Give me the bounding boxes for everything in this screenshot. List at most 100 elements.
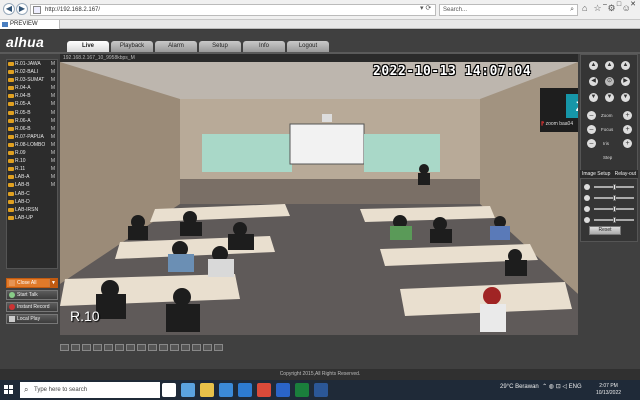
url-input[interactable]: http://192.168.2.167/	[30, 4, 436, 16]
camera-list-item[interactable]: LAB-D	[7, 198, 57, 206]
ptz-down-right[interactable]: ▼	[621, 93, 630, 102]
main-stream-toggle[interactable]: M	[51, 165, 55, 173]
live-video-feed[interactable]: 192.168.2.167_10_9958kbps_M 2022-10-13 1…	[60, 54, 578, 335]
main-stream-toggle[interactable]: M	[51, 149, 55, 157]
start-talk-button[interactable]: Start Talk	[6, 290, 58, 300]
ratio-icon[interactable]	[170, 344, 179, 351]
camera-list-item[interactable]: LAB-B M	[7, 181, 57, 189]
ptz-center[interactable]: ⊙	[605, 77, 614, 86]
camera-list-item[interactable]: LAB-UP	[7, 214, 57, 222]
main-stream-toggle[interactable]: M	[51, 117, 55, 125]
word-icon[interactable]	[314, 383, 328, 397]
home-icon[interactable]: ⌂	[582, 3, 587, 13]
main-stream-toggle[interactable]: M	[51, 100, 55, 108]
task-view-icon[interactable]	[181, 383, 195, 397]
image-setup-tab[interactable]: Image Setup	[582, 171, 610, 177]
relay-out-tab[interactable]: Relay-out	[615, 170, 636, 178]
windows-ink-icon[interactable]	[162, 383, 176, 397]
minimize-icon[interactable]: –	[598, 1, 612, 8]
quality-icon[interactable]	[192, 344, 201, 351]
main-stream-toggle[interactable]: M	[51, 60, 55, 68]
tab-live[interactable]: Live	[67, 41, 109, 52]
info-icon[interactable]	[214, 344, 223, 351]
fluency-icon[interactable]	[181, 344, 190, 351]
camera-list-item[interactable]: R.09 M	[7, 149, 57, 157]
maximize-icon[interactable]: □	[612, 1, 626, 8]
taskbar-clock[interactable]: 2:07 PM 10/13/2022	[596, 383, 621, 397]
tab-info[interactable]: Info	[243, 41, 285, 52]
slider-knob[interactable]	[613, 184, 616, 190]
zoom-out-button[interactable]: –	[587, 111, 596, 120]
main-stream-toggle[interactable]: M	[51, 68, 55, 76]
hue-slider[interactable]	[584, 217, 636, 223]
camera-list-item[interactable]: R.08-LOMBO M	[7, 141, 57, 149]
slider-knob[interactable]	[613, 206, 616, 212]
camera-list-item[interactable]: LAB-A M	[7, 173, 57, 181]
close-all-button[interactable]: Close All ▼	[6, 278, 58, 288]
main-stream-toggle[interactable]: M	[51, 157, 55, 165]
zoom-participant-tile[interactable]: Z ⁋ zoom baa04	[540, 88, 578, 132]
camera-list-item[interactable]: R.05-B M	[7, 109, 57, 117]
tab-alarm[interactable]: Alarm	[155, 41, 197, 52]
record-icon[interactable]	[126, 344, 135, 351]
alarm-icon[interactable]	[203, 344, 212, 351]
layout-16-icon[interactable]	[93, 344, 102, 351]
tab-logout[interactable]: Logout	[287, 41, 329, 52]
camera-list-item[interactable]: R.01-JAWA M	[7, 60, 57, 68]
camera-list-item[interactable]: R.04-A M	[7, 84, 57, 92]
ptz-right[interactable]: ▶	[621, 77, 630, 86]
excel-icon[interactable]	[295, 383, 309, 397]
ptz-up-left[interactable]: ▲	[589, 61, 598, 70]
audio-icon[interactable]	[148, 344, 157, 351]
browser-search-input[interactable]: Search... ⌕	[439, 4, 578, 16]
instant-record-button[interactable]: Instant Record	[6, 302, 58, 312]
tab-playback[interactable]: Playback	[111, 41, 153, 52]
slider-knob[interactable]	[613, 195, 616, 201]
ptz-down-left[interactable]: ▼	[589, 93, 598, 102]
layout-4-icon[interactable]	[71, 344, 80, 351]
main-stream-toggle[interactable]: M	[51, 92, 55, 100]
main-stream-toggle[interactable]: M	[51, 141, 55, 149]
main-stream-toggle[interactable]: M	[51, 125, 55, 133]
main-stream-toggle[interactable]: M	[51, 109, 55, 117]
chrome-icon[interactable]	[257, 383, 271, 397]
refresh-icon[interactable]: ▾ ⟳	[420, 4, 431, 12]
iris-minus-button[interactable]: –	[587, 139, 596, 148]
stream-icon[interactable]	[159, 344, 168, 351]
close-window-icon[interactable]: ✕	[626, 0, 640, 8]
camera-list-item[interactable]: LAB-IRSN	[7, 206, 57, 214]
layout-9-icon[interactable]	[82, 344, 91, 351]
tab-preview[interactable]: PREVIEW	[0, 20, 60, 29]
ptz-down[interactable]: ▼	[605, 93, 614, 102]
layout-1-icon[interactable]	[60, 344, 69, 351]
forward-button[interactable]: ▶	[16, 3, 28, 15]
brightness-slider[interactable]	[584, 184, 636, 190]
zoom-icon[interactable]	[137, 344, 146, 351]
zoom-in-button[interactable]: +	[623, 111, 632, 120]
camera-list-item[interactable]: R.06-B M	[7, 125, 57, 133]
focus-plus-button[interactable]: +	[623, 125, 632, 134]
main-stream-toggle[interactable]: M	[51, 133, 55, 141]
fullscreen-icon[interactable]	[104, 344, 113, 351]
tray-icons[interactable]: ⌃ ◍ ⊡ ◁ ENG	[542, 384, 582, 390]
back-button[interactable]: ◀	[3, 3, 15, 15]
camera-list-item[interactable]: R.06-A M	[7, 117, 57, 125]
ptz-left[interactable]: ◀	[589, 77, 598, 86]
tab-setup[interactable]: Setup	[199, 41, 241, 52]
camera-list-item[interactable]: LAB-C	[7, 190, 57, 198]
taskbar-search-input[interactable]: ⌕ Type here to search	[20, 382, 160, 398]
camera-list-item[interactable]: R.11 M	[7, 165, 57, 173]
snapshot-icon[interactable]	[115, 344, 124, 351]
edge-icon[interactable]	[238, 383, 252, 397]
camera-list-item[interactable]: R.05-A M	[7, 100, 57, 108]
chevron-down-icon[interactable]: ▼	[49, 279, 57, 287]
windows-start-icon[interactable]	[4, 385, 14, 395]
main-stream-toggle[interactable]: M	[51, 84, 55, 92]
camera-list-item[interactable]: R.03-SUMAT M	[7, 76, 57, 84]
ptz-up[interactable]: ▲	[605, 61, 614, 70]
saturation-slider[interactable]	[584, 206, 636, 212]
iris-plus-button[interactable]: +	[623, 139, 632, 148]
main-stream-toggle[interactable]: M	[51, 181, 55, 189]
camera-list-item[interactable]: R.10 M	[7, 157, 57, 165]
camera-list-item[interactable]: R.04-B M	[7, 92, 57, 100]
